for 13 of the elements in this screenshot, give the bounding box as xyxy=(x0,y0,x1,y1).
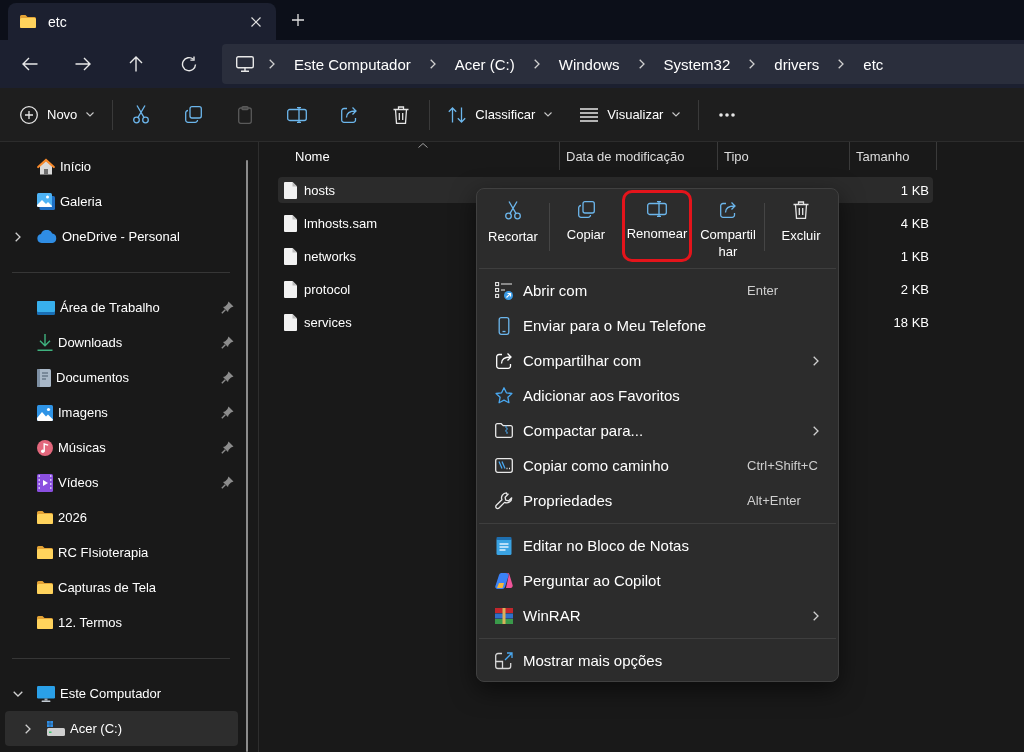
keyboard-shortcut: Alt+Enter xyxy=(747,493,802,508)
file-name: protocol xyxy=(304,281,351,297)
file-name: services xyxy=(304,314,352,330)
file-name: hosts xyxy=(304,182,336,198)
keyboard-shortcut: Ctrl+Shift+C xyxy=(747,458,819,473)
file-name: networks xyxy=(304,248,357,264)
file-size: 18 KB xyxy=(893,314,930,330)
keyboard-shortcut: Enter xyxy=(747,283,780,298)
file-size: 1 KB xyxy=(900,248,930,264)
file-name: lmhosts.sam xyxy=(304,215,377,231)
file-size: 4 KB xyxy=(900,215,930,231)
file-size: 1 KB xyxy=(900,182,930,198)
file-size: 2 KB xyxy=(900,281,930,297)
